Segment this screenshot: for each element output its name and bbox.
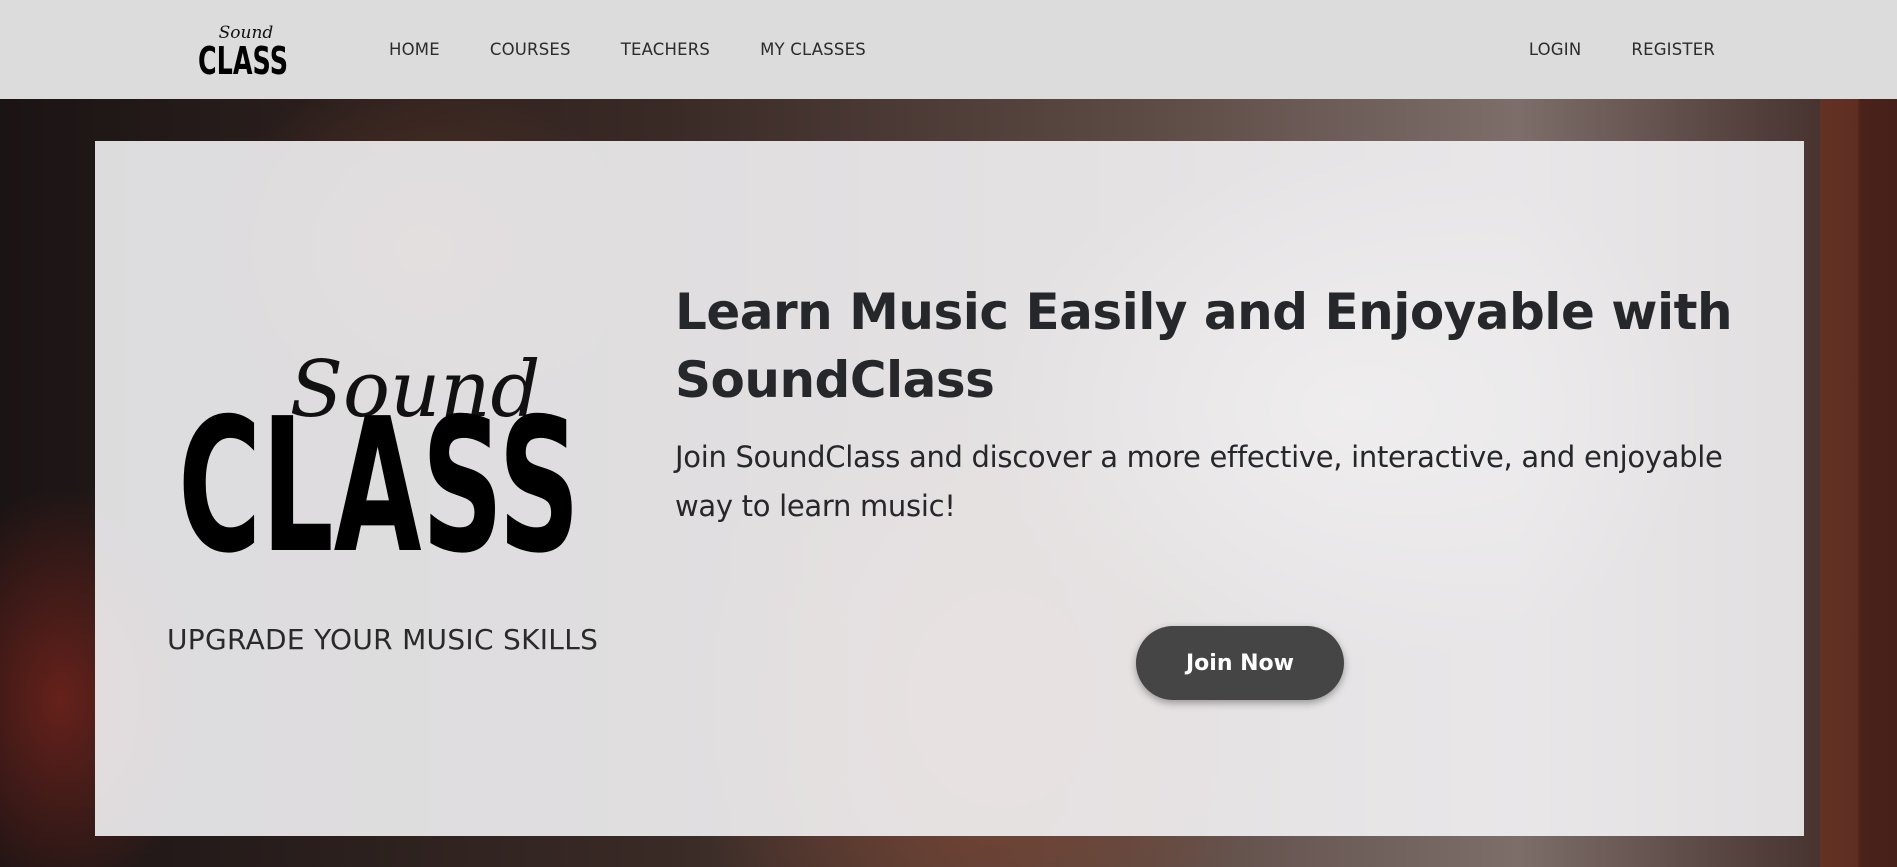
login-link[interactable]: LOGIN: [1529, 40, 1582, 59]
join-now-button[interactable]: Join Now: [1136, 626, 1344, 700]
auth-nav: LOGIN REGISTER: [1529, 0, 1715, 99]
hero-headline: Learn Music Easily and Enjoyable with So…: [675, 283, 1733, 409]
background-stripe: [1858, 99, 1897, 867]
brand-logo-word: CLASS: [178, 378, 580, 556]
top-navbar: Sound CLASS HOME COURSES TEACHERS MY CLA…: [0, 0, 1897, 99]
nav-home-link[interactable]: HOME: [389, 40, 440, 59]
hero-subtext: Join SoundClass and discover a more effe…: [675, 440, 1723, 523]
tagline: UPGRADE YOUR MUSIC SKILLS: [167, 623, 599, 656]
hero-panel: Sound CLASS UPGRADE YOUR MUSIC SKILLS Le…: [95, 141, 1804, 836]
register-link[interactable]: REGISTER: [1631, 40, 1715, 59]
nav-my-classes-link[interactable]: MY CLASSES: [760, 40, 866, 59]
nav-teachers-link[interactable]: TEACHERS: [621, 40, 710, 59]
site-logo-word: CLASS: [198, 39, 288, 78]
main-nav: HOME COURSES TEACHERS MY CLASSES: [389, 0, 866, 99]
brand-logo: Sound CLASS: [175, 306, 583, 556]
background-stripe: [1820, 99, 1860, 867]
site-logo[interactable]: Sound CLASS: [196, 14, 290, 78]
nav-courses-link[interactable]: COURSES: [490, 40, 571, 59]
